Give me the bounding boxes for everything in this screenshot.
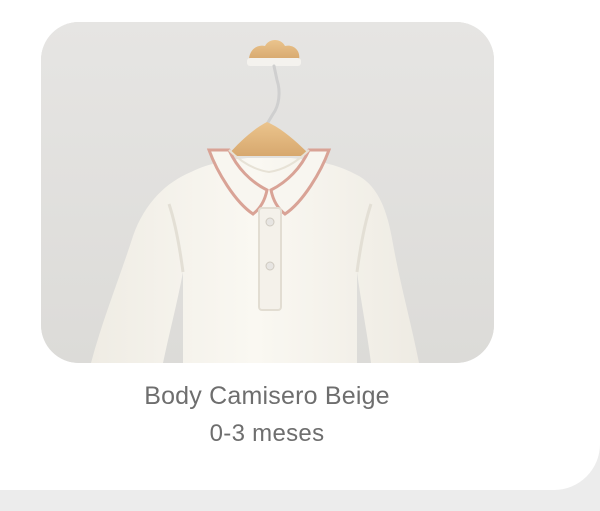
- product-size: 0-3 meses: [209, 420, 325, 447]
- product-name[interactable]: Body Camisero Beige: [0, 382, 534, 411]
- garment-photo: [41, 22, 494, 363]
- product-image[interactable]: [41, 22, 494, 363]
- shirt-button: [265, 261, 275, 271]
- product-card[interactable]: Body Camisero Beige 0-3 meses: [0, 0, 600, 490]
- shirt-button: [265, 217, 275, 227]
